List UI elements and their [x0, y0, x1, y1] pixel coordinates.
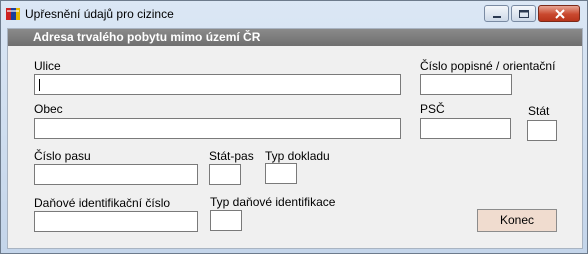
dialog-content: Adresa trvalého pobytu mimo území ČR Uli…: [7, 28, 583, 249]
document-type-label: Typ dokladu: [265, 149, 330, 163]
text-caret: [39, 79, 40, 91]
passport-country-label: Stát-pas: [209, 149, 254, 163]
minimize-icon: [493, 16, 501, 18]
street-input[interactable]: [34, 74, 401, 95]
passport-country-input[interactable]: [209, 164, 241, 185]
tax-id-input[interactable]: [34, 211, 198, 232]
close-button[interactable]: [538, 5, 580, 22]
app-icon: [6, 8, 20, 20]
postal-code-input[interactable]: [420, 118, 511, 139]
dialog-window: Upřesnění údajů pro cizince Adresa trval…: [0, 0, 588, 254]
tax-id-type-label: Typ daňové identifikace: [210, 195, 336, 209]
tax-id-label: Daňové identifikační číslo: [34, 196, 171, 210]
maximize-button[interactable]: [511, 5, 536, 22]
section-title: Adresa trvalého pobytu mimo území ČR: [33, 30, 261, 44]
city-label: Obec: [34, 102, 63, 116]
passport-number-label: Číslo pasu: [34, 149, 91, 163]
maximize-icon: [519, 10, 529, 18]
city-input[interactable]: [34, 118, 401, 139]
house-number-label: Číslo popisné / orientační: [420, 59, 556, 73]
house-number-input[interactable]: [420, 74, 512, 95]
section-header: Adresa trvalého pobytu mimo území ČR: [8, 29, 582, 46]
tax-id-type-input[interactable]: [210, 210, 242, 231]
street-label: Ulice: [34, 59, 61, 73]
country-input[interactable]: [527, 120, 557, 141]
postal-code-label: PSČ: [420, 102, 445, 116]
window-title: Upřesnění údajů pro cizince: [25, 7, 174, 21]
document-type-input[interactable]: [265, 163, 297, 184]
close-icon: [555, 9, 565, 19]
konec-button[interactable]: Konec: [477, 209, 557, 232]
title-bar[interactable]: Upřesnění údajů pro cizince: [1, 1, 587, 28]
minimize-button[interactable]: [484, 5, 509, 22]
passport-number-input[interactable]: [34, 164, 198, 185]
country-label: Stát: [528, 104, 550, 118]
